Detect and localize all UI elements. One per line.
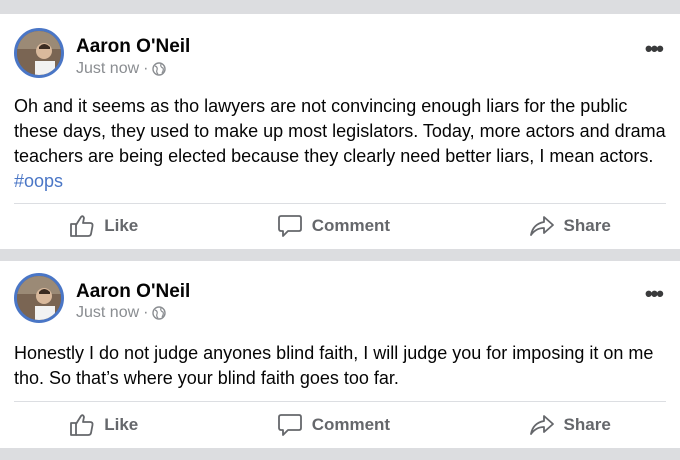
post-text: Oh and it seems as tho lawyers are not c… [14, 94, 666, 194]
meta-separator: · [143, 304, 149, 321]
like-button[interactable]: Like [69, 214, 138, 238]
comment-button[interactable]: Comment [277, 214, 390, 238]
author-name[interactable]: Aaron O'Neil [76, 281, 190, 303]
action-bar: Like Comment Share [0, 204, 680, 248]
profile-photo [17, 31, 61, 75]
thumbs-up-icon [70, 215, 94, 237]
share-button[interactable]: Share [529, 214, 611, 238]
meta-separator: · [143, 60, 149, 77]
post-card: Aaron O'Neil Just now · ••• Oh and it se… [0, 14, 680, 249]
comment-icon [277, 414, 302, 436]
share-label: Share [563, 415, 611, 434]
comment-label: Comment [311, 415, 391, 434]
post-body: Honestly I do not judge anyones blind fa… [14, 343, 654, 388]
post-text: Honestly I do not judge anyones blind fa… [14, 341, 666, 391]
like-label: Like [104, 415, 139, 434]
avatar[interactable] [14, 273, 64, 323]
comment-button[interactable]: Comment [277, 413, 390, 437]
post-meta: Just now · [76, 304, 167, 322]
like-label: Like [104, 216, 139, 235]
more-options-icon[interactable]: ••• [645, 36, 664, 62]
author-name[interactable]: Aaron O'Neil [76, 36, 190, 58]
hashtag-link[interactable]: #oops [14, 171, 63, 191]
timestamp[interactable]: Just now [76, 60, 139, 78]
profile-photo [17, 276, 61, 320]
share-label: Share [563, 216, 611, 235]
post-card: Aaron O'Neil Just now · ••• Honestly I d… [0, 261, 680, 448]
globe-icon [152, 62, 167, 76]
globe-icon [152, 306, 167, 320]
comment-icon [277, 215, 302, 237]
timestamp[interactable]: Just now [76, 304, 139, 322]
action-bar: Like Comment Share [0, 403, 680, 447]
divider [14, 401, 666, 402]
more-options-icon[interactable]: ••• [645, 281, 664, 307]
post-meta: Just now · [76, 60, 167, 78]
post-body: Oh and it seems as tho lawyers are not c… [14, 96, 666, 166]
comment-label: Comment [311, 216, 391, 235]
thumbs-up-icon [70, 414, 94, 436]
like-button[interactable]: Like [69, 413, 138, 437]
share-icon [529, 216, 554, 236]
share-button[interactable]: Share [529, 413, 611, 437]
avatar[interactable] [14, 28, 64, 78]
share-icon [529, 415, 554, 435]
